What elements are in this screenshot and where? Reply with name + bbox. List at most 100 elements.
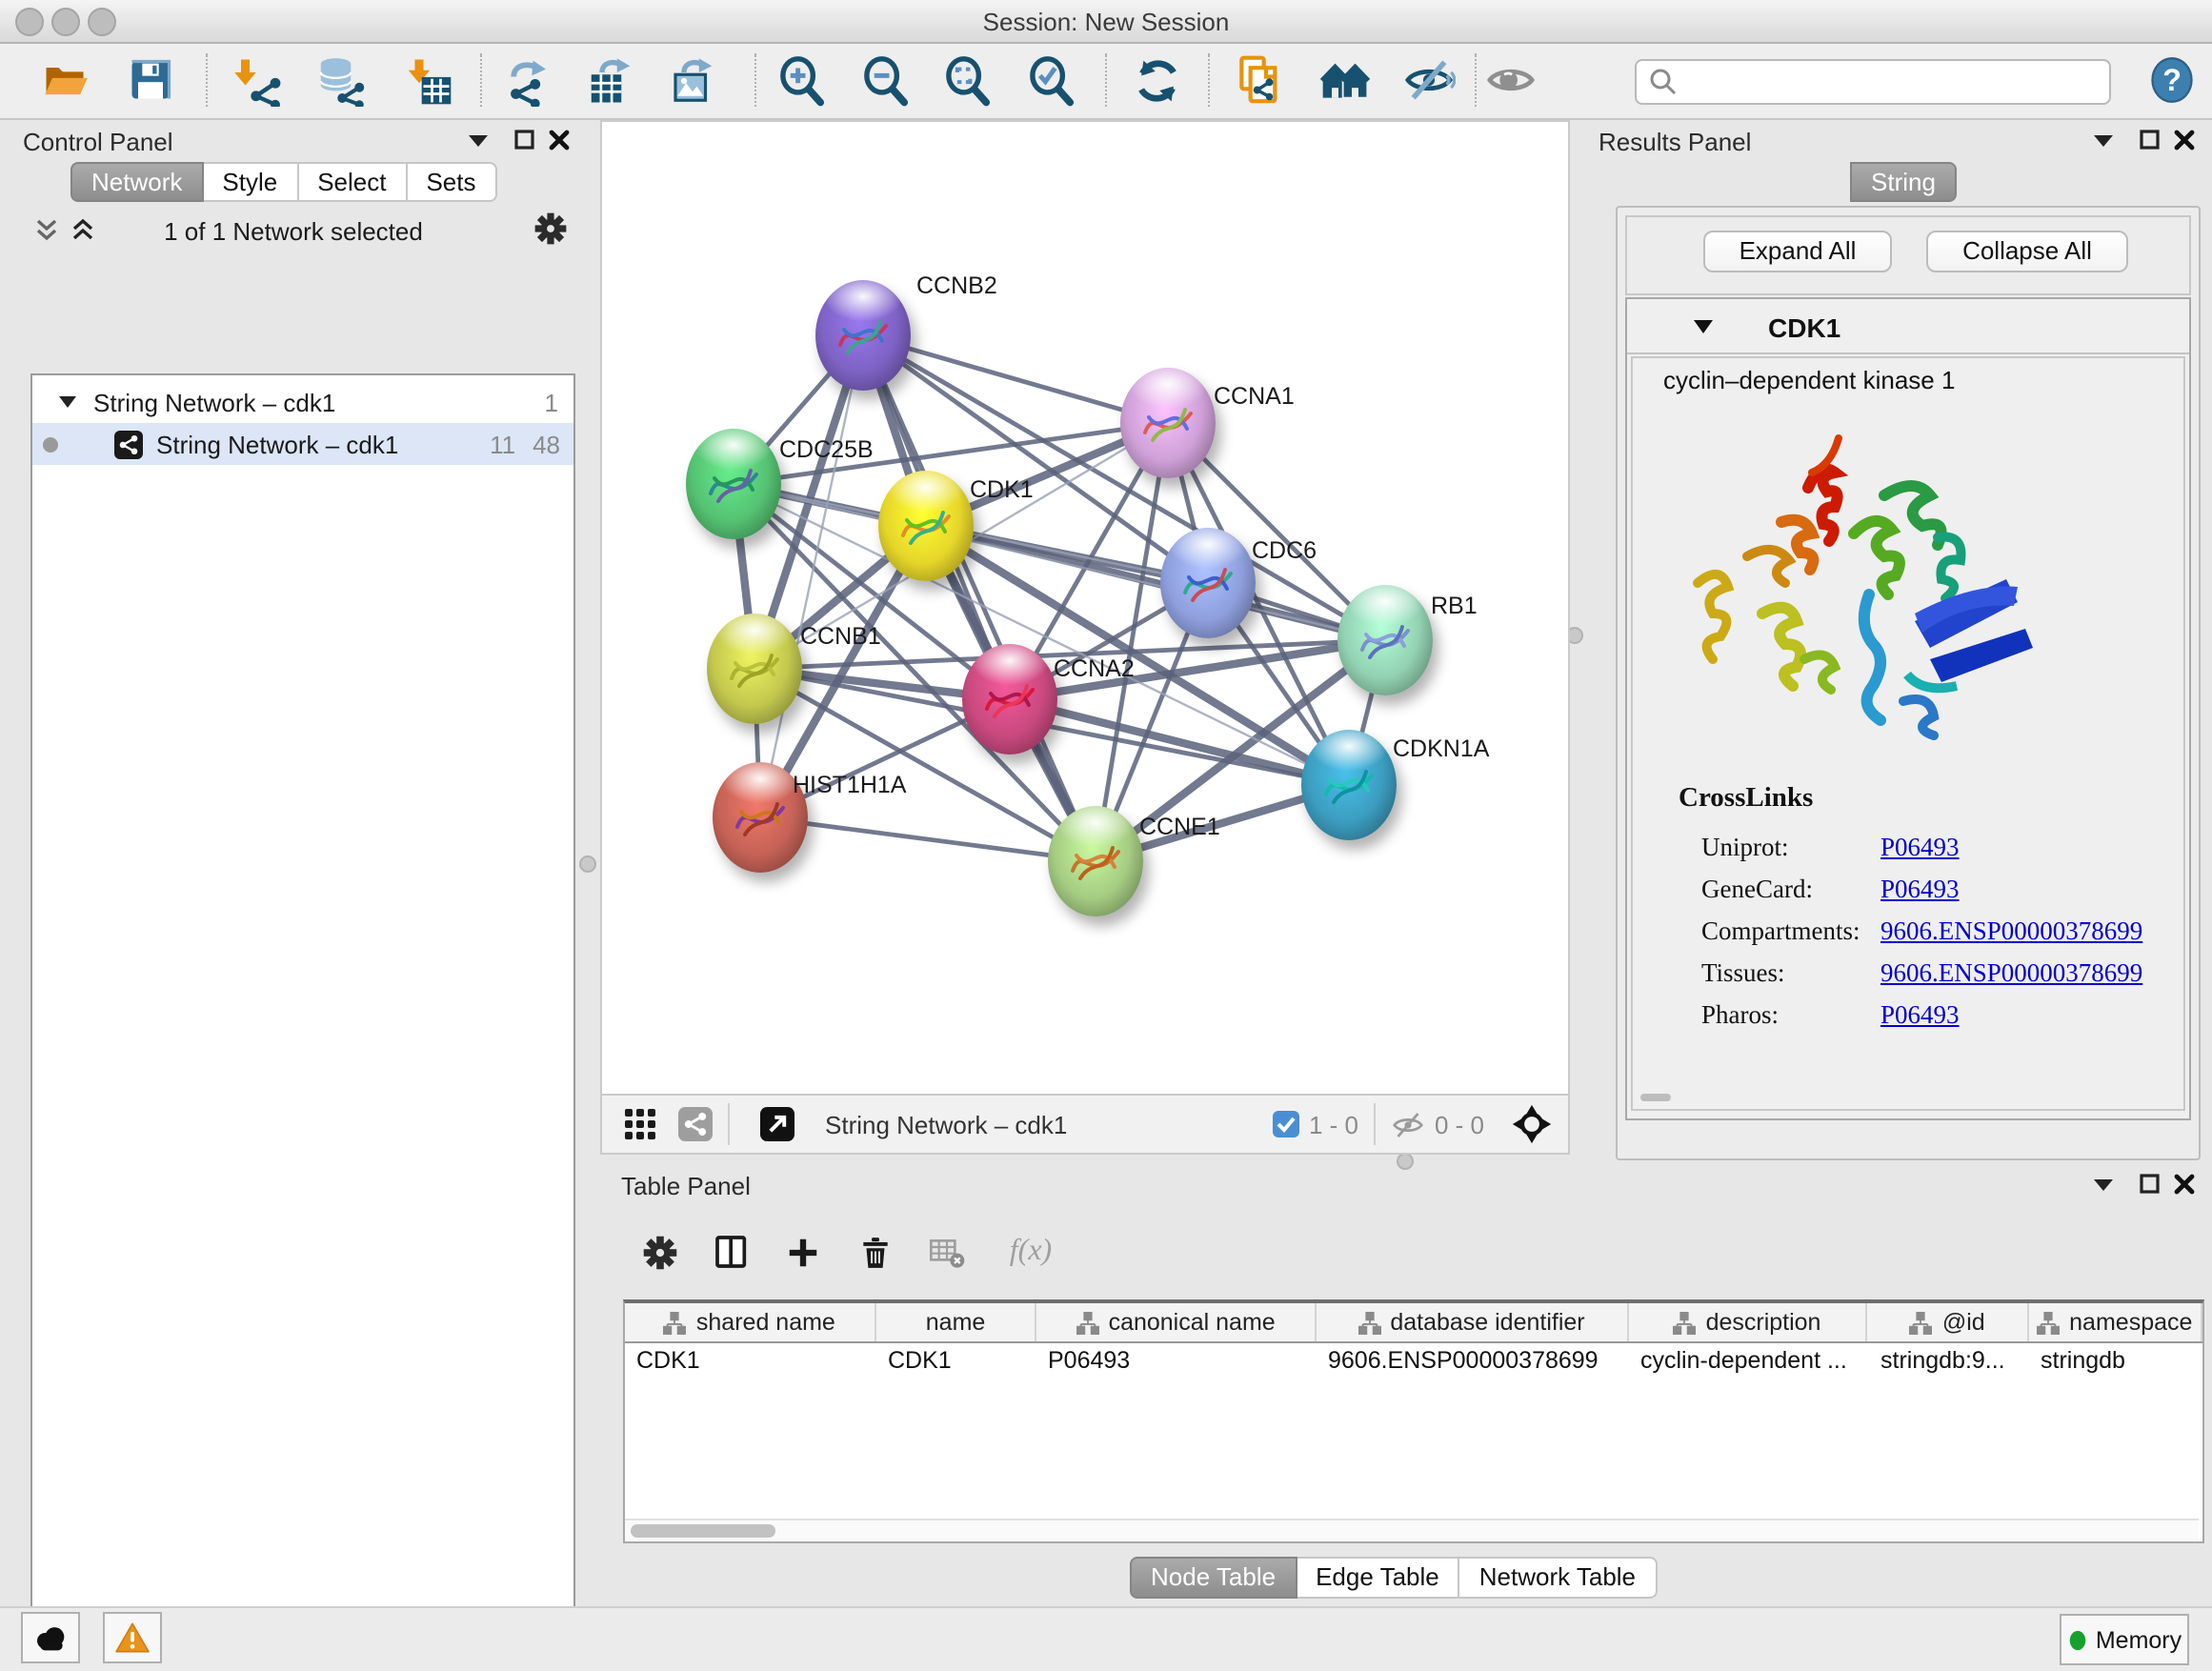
network-collection-row[interactable]: String Network – cdk1 1 (32, 381, 573, 423)
collapse-all-button[interactable]: Collapse All (1926, 231, 2128, 272)
table-hscrollbar[interactable] (625, 1519, 2199, 1541)
panel-menu-icon[interactable] (2094, 135, 2113, 149)
table-settings-gear-icon[interactable] (631, 1223, 688, 1280)
column-header--id[interactable]: @id (1868, 1303, 2029, 1341)
mini-scroll-thumb[interactable] (1640, 1094, 1671, 1101)
crosslink-link[interactable]: 9606.ENSP00000378699 (1880, 911, 2142, 953)
network-node-cdk1[interactable] (878, 471, 974, 581)
add-column-plus-icon[interactable] (774, 1223, 831, 1280)
column-header-shared-name[interactable]: shared name (625, 1303, 876, 1341)
tree-expander-icon[interactable] (59, 395, 76, 409)
viewbar-separator (1374, 1103, 1376, 1145)
open-session-button[interactable] (34, 50, 95, 111)
table-hscrollbar-thumb[interactable] (631, 1524, 775, 1538)
panel-close-icon[interactable] (2174, 130, 2195, 151)
zoom-fit-button[interactable] (935, 50, 996, 111)
network-node-cdkn1a[interactable] (1301, 730, 1397, 840)
warnings-button[interactable] (103, 1612, 162, 1663)
network-node-cdc6[interactable] (1160, 528, 1256, 638)
network-row-selected[interactable]: String Network – cdk1 11 48 (32, 423, 573, 465)
network-collection-label: String Network – cdk1 (93, 388, 335, 416)
import-network-file-button[interactable] (227, 50, 288, 111)
tab-node-table[interactable]: Node Table (1130, 1557, 1297, 1599)
string-share-icon[interactable] (678, 1107, 713, 1141)
birdseye-grid-icon[interactable] (625, 1108, 657, 1140)
network-node-ccnb1[interactable] (707, 614, 802, 724)
tab-network-table[interactable]: Network Table (1460, 1557, 1657, 1599)
delete-table-icon[interactable] (918, 1223, 975, 1280)
tab-sets[interactable]: Sets (407, 162, 496, 202)
import-network-icon (231, 54, 283, 106)
table-cell[interactable]: stringdb (2029, 1343, 2202, 1379)
crosslink-row: Pharos:P06493 (1701, 995, 2174, 1037)
zoom-out-button[interactable] (854, 50, 915, 111)
pan-crosshair-icon[interactable] (1511, 1103, 1553, 1145)
crosslink-link[interactable]: P06493 (1880, 995, 1960, 1037)
panel-menu-icon[interactable] (2094, 1179, 2113, 1193)
table-cell[interactable]: CDK1 (625, 1343, 876, 1379)
main-toolbar: ? (0, 44, 2212, 120)
show-all-button[interactable] (1480, 50, 1541, 111)
network-node-rb1[interactable] (1337, 585, 1433, 695)
network-canvas[interactable]: CCNB2 CCNA1 CDC25B CDK1 CDC6 RB1 (600, 120, 1570, 1096)
memory-button[interactable]: Memory (2060, 1614, 2189, 1665)
zoom-in-button[interactable] (770, 50, 831, 111)
open-in-window-icon[interactable] (760, 1107, 794, 1141)
table-cell[interactable]: stringdb:9... (1869, 1343, 2029, 1379)
import-table-file-button[interactable] (396, 50, 457, 111)
column-header-name[interactable]: name (876, 1303, 1037, 1341)
tab-network[interactable]: Network (70, 162, 203, 202)
tab-style[interactable]: Style (203, 162, 298, 202)
column-header-description[interactable]: description (1628, 1303, 1868, 1341)
refresh-button[interactable] (1126, 50, 1187, 111)
help-button[interactable]: ? (2142, 50, 2202, 111)
hide-selected-button[interactable] (1398, 50, 1459, 111)
export-table-button[interactable] (579, 50, 640, 111)
export-network-button[interactable] (497, 50, 558, 111)
panel-close-icon[interactable] (549, 130, 570, 151)
import-network-database-button[interactable] (309, 50, 370, 111)
tab-select[interactable]: Select (298, 162, 407, 202)
table-cell[interactable]: 9606.ENSP00000378699 (1317, 1343, 1629, 1379)
export-image-button[interactable] (661, 50, 722, 111)
network-node-ccnb2[interactable] (815, 280, 911, 391)
network-options-gear-icon[interactable] (533, 211, 568, 255)
panel-float-icon[interactable] (514, 130, 535, 151)
crosslink-link[interactable]: 9606.ENSP00000378699 (1880, 953, 2142, 995)
tab-string[interactable]: String (1850, 162, 1957, 202)
column-header-canonical-name[interactable]: canonical name (1036, 1303, 1317, 1341)
copy-network-button[interactable] (1229, 50, 1290, 111)
function-builder-button[interactable]: f(x) (991, 1223, 1071, 1280)
network-node-cdc25b[interactable] (686, 429, 781, 539)
network-node-ccne1[interactable] (1048, 806, 1143, 916)
panel-menu-icon[interactable] (469, 135, 488, 149)
table-cell[interactable]: P06493 (1036, 1343, 1317, 1379)
cloud-button[interactable] (21, 1612, 80, 1663)
tab-edge-table[interactable]: Edge Table (1297, 1557, 1460, 1599)
gene-section-header[interactable]: CDK1 (1627, 299, 2189, 354)
protein-structure-image (1671, 415, 2052, 768)
save-session-button[interactable] (120, 50, 181, 111)
zoom-selected-button[interactable] (1019, 50, 1080, 111)
left-splitter-handle[interactable] (579, 856, 596, 873)
column-header-namespace[interactable]: namespace (2029, 1303, 2202, 1341)
table-row[interactable]: CDK1CDK1P064939606.ENSP00000378699cyclin… (625, 1343, 2202, 1379)
panel-float-icon[interactable] (2140, 1174, 2161, 1195)
column-tree-icon (1357, 1310, 1380, 1335)
table-cell[interactable]: CDK1 (876, 1343, 1036, 1379)
column-header-database-identifier[interactable]: database identifier (1317, 1303, 1628, 1341)
expand-all-button[interactable]: Expand All (1703, 231, 1892, 272)
panel-close-icon[interactable] (2174, 1174, 2195, 1195)
selected-checkbox-icon[interactable] (1273, 1111, 1299, 1137)
search-input[interactable] (1635, 59, 2111, 105)
select-columns-icon[interactable] (703, 1223, 760, 1280)
network-node-ccna2[interactable] (962, 644, 1057, 755)
home-button[interactable] (1315, 50, 1376, 111)
delete-column-trash-icon[interactable] (846, 1223, 903, 1280)
section-collapse-icon[interactable] (1694, 320, 1713, 335)
table-cell[interactable]: cyclin-dependent ... (1629, 1343, 1869, 1379)
crosslink-link[interactable]: P06493 (1880, 827, 1960, 869)
crosslink-link[interactable]: P06493 (1880, 869, 1960, 911)
network-node-ccna1[interactable] (1120, 368, 1216, 478)
panel-float-icon[interactable] (2140, 130, 2161, 151)
